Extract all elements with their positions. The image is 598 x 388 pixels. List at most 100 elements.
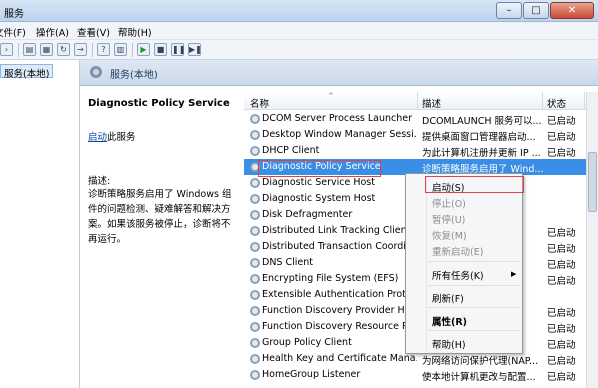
list-header: ^ 名称 描述 状态 xyxy=(244,92,598,110)
forward-icon[interactable]: › xyxy=(0,43,13,56)
service-desc: 为此计算机注册并更新 IP ... xyxy=(422,148,541,159)
column-status[interactable]: 状态 xyxy=(547,96,566,110)
refresh-icon[interactable]: ↻ xyxy=(57,43,70,56)
description-panel: Diagnostic Policy Service 启动此服务 描述: 诊断策略… xyxy=(80,86,240,388)
service-gear-icon xyxy=(250,114,260,124)
stop-icon[interactable]: ■ xyxy=(154,43,167,56)
table-row[interactable]: DCOM Server Process Launcher DCOMLAUNCH 服… xyxy=(244,111,598,127)
service-status: 已启动 xyxy=(547,132,576,143)
tree-item-services-local[interactable]: 服务(本地) xyxy=(0,64,54,80)
service-status: 已启动 xyxy=(547,308,576,319)
start-service-row: 启动此服务 xyxy=(88,129,136,143)
close-button[interactable]: ✕ xyxy=(550,2,594,19)
start-service-link[interactable]: 启动 xyxy=(88,132,107,143)
highlight-start-menu-item xyxy=(425,176,524,193)
menu-item-resume: 恢复(M) xyxy=(432,231,467,242)
service-gear-icon xyxy=(250,306,260,316)
start-service-suffix: 此服务 xyxy=(107,132,136,143)
service-name: DNS Client xyxy=(262,257,313,268)
play-icon[interactable]: ▶ xyxy=(137,43,150,56)
service-name: Health Key and Certificate Mana... xyxy=(262,353,417,364)
service-name: Diagnostic Service Host xyxy=(262,177,375,188)
service-gear-icon xyxy=(250,178,260,188)
service-name: Desktop Window Manager Sessi... xyxy=(262,129,417,140)
menu-item-help[interactable]: 帮助(H) xyxy=(432,337,466,351)
properties-icon[interactable]: ▥ xyxy=(114,43,127,56)
menu-item-pause: 暂停(U) xyxy=(432,215,466,226)
service-desc: 提供桌面窗口管理器启动... xyxy=(422,132,536,143)
service-name: Function Discovery Resource Pub... xyxy=(262,321,417,332)
service-name: HomeGroup Listener xyxy=(262,369,361,380)
service-name: Disk Defragmenter xyxy=(262,209,353,220)
maximize-button[interactable]: □ xyxy=(523,2,549,19)
window-title: 服务 xyxy=(4,9,24,20)
service-status: 已启动 xyxy=(547,244,576,255)
minimize-button[interactable]: – xyxy=(496,2,522,19)
tree-pane: 服务(本地) xyxy=(0,60,80,388)
scrollbar-thumb[interactable] xyxy=(588,152,597,212)
service-desc: DCOMLAUNCH 服务可以... xyxy=(422,116,542,127)
service-gear-icon xyxy=(250,242,260,252)
context-menu: 启动(S) 停止(O) 暂停(U) 恢复(M) 重新启动(E) 所有任务(K) … xyxy=(405,173,523,354)
table-row[interactable]: Desktop Window Manager Sessi... 提供桌面窗口管理器… xyxy=(244,127,598,143)
service-name: Group Policy Client xyxy=(262,337,352,348)
service-desc: 为网络访问保护代理(NAP... xyxy=(422,356,539,367)
menu-view[interactable]: 查看(V) xyxy=(77,25,110,39)
service-status: 已启动 xyxy=(547,260,576,271)
service-gear-icon xyxy=(250,370,260,380)
vertical-scrollbar[interactable] xyxy=(586,92,598,388)
description-text: 诊断策略服务启用了 Windows 组件的问题检测、疑难解答和解决方案。如果该服… xyxy=(88,189,232,245)
service-gear-icon xyxy=(250,226,260,236)
restart-icon[interactable]: ▶❚ xyxy=(188,43,202,56)
service-name: Distributed Transaction Coordin... xyxy=(262,241,417,252)
show-tree-icon[interactable]: ▤ xyxy=(23,43,36,56)
title-bar: 服务 – □ ✕ xyxy=(0,0,598,22)
menu-gutter xyxy=(426,176,427,351)
highlight-selected-service xyxy=(258,160,381,177)
service-status: 已启动 xyxy=(547,356,576,367)
pause-icon[interactable]: ❚❚ xyxy=(171,43,185,56)
toolbar: › ▤ ▦ ↻ → ? ▥ ▶ ■ ❚❚ ▶❚ xyxy=(0,40,598,60)
service-name: Diagnostic System Host xyxy=(262,193,376,204)
menu-item-all-tasks[interactable]: 所有任务(K) xyxy=(432,268,484,282)
service-gear-icon xyxy=(250,354,260,364)
export-list-icon[interactable]: → xyxy=(74,43,87,56)
menu-help[interactable]: 帮助(H) xyxy=(118,25,152,39)
service-name: Function Discovery Provider Host xyxy=(262,305,417,316)
service-gear-icon xyxy=(250,322,260,332)
service-status: 已启动 xyxy=(547,116,576,127)
service-status: 已启动 xyxy=(547,228,576,239)
menu-separator xyxy=(428,307,520,308)
service-gear-icon xyxy=(250,338,260,348)
menu-file[interactable]: 文件(F) xyxy=(0,25,26,39)
service-gear-icon xyxy=(250,146,260,156)
menu-separator xyxy=(428,285,520,286)
service-desc: 使本地计算机更改与配置... xyxy=(422,372,536,383)
service-status: 已启动 xyxy=(547,340,576,351)
submenu-arrow-icon: ▶ xyxy=(511,270,517,278)
service-name: Extensible Authentication Protoco... xyxy=(262,289,417,300)
service-gear-icon xyxy=(250,258,260,268)
help-icon[interactable]: ? xyxy=(97,43,110,56)
pane-header: 服务(本地) xyxy=(80,60,598,86)
service-name: DHCP Client xyxy=(262,145,320,156)
service-status: 已启动 xyxy=(547,372,576,383)
service-gear-icon xyxy=(250,274,260,284)
menu-action[interactable]: 操作(A) xyxy=(36,25,69,39)
service-name: Distributed Link Tracking Client xyxy=(262,225,411,236)
service-name: DCOM Server Process Launcher xyxy=(262,113,413,124)
column-description[interactable]: 描述 xyxy=(422,96,441,110)
table-row[interactable]: DHCP Client 为此计算机注册并更新 IP ... 已启动 xyxy=(244,143,598,159)
menu-item-restart: 重新启动(E) xyxy=(432,247,484,258)
sort-up-icon: ^ xyxy=(328,92,334,100)
menu-bar: 文件(F) 操作(A) 查看(V) 帮助(H) xyxy=(0,22,598,40)
menu-separator xyxy=(428,330,520,331)
table-row[interactable]: HomeGroup Listener 使本地计算机更改与配置... 已启动 xyxy=(244,367,598,383)
service-gear-icon xyxy=(250,130,260,140)
service-status: 已启动 xyxy=(547,148,576,159)
up-level-icon[interactable]: ▦ xyxy=(40,43,53,56)
menu-item-refresh[interactable]: 刷新(F) xyxy=(432,291,464,305)
menu-item-stop: 停止(O) xyxy=(432,199,466,210)
menu-item-properties[interactable]: 属性(R) xyxy=(432,314,467,328)
column-name[interactable]: 名称 xyxy=(250,96,269,110)
